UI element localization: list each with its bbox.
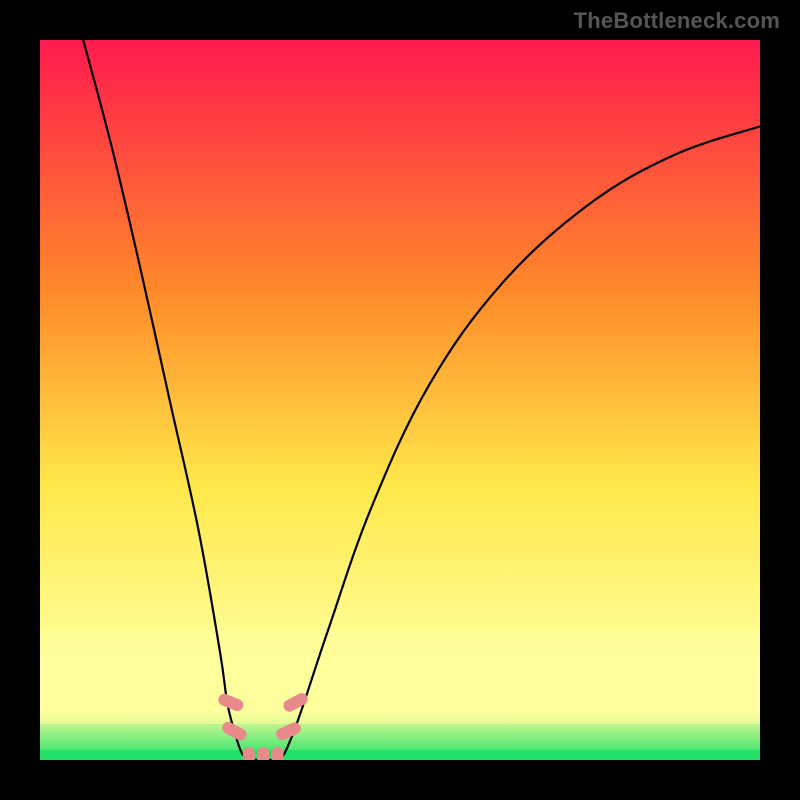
marker-4 (272, 747, 284, 760)
marker-pill (257, 747, 269, 760)
marker-3 (257, 747, 269, 760)
chart-frame: TheBottleneck.com (0, 0, 800, 800)
chart-svg (40, 40, 760, 760)
marker-2 (243, 747, 255, 760)
marker-pill (272, 747, 284, 760)
marker-pill (243, 747, 255, 760)
baseline-stripe (40, 750, 760, 760)
highlight-band (40, 630, 760, 724)
attribution-label: TheBottleneck.com (574, 8, 780, 34)
plot-area (40, 40, 760, 760)
